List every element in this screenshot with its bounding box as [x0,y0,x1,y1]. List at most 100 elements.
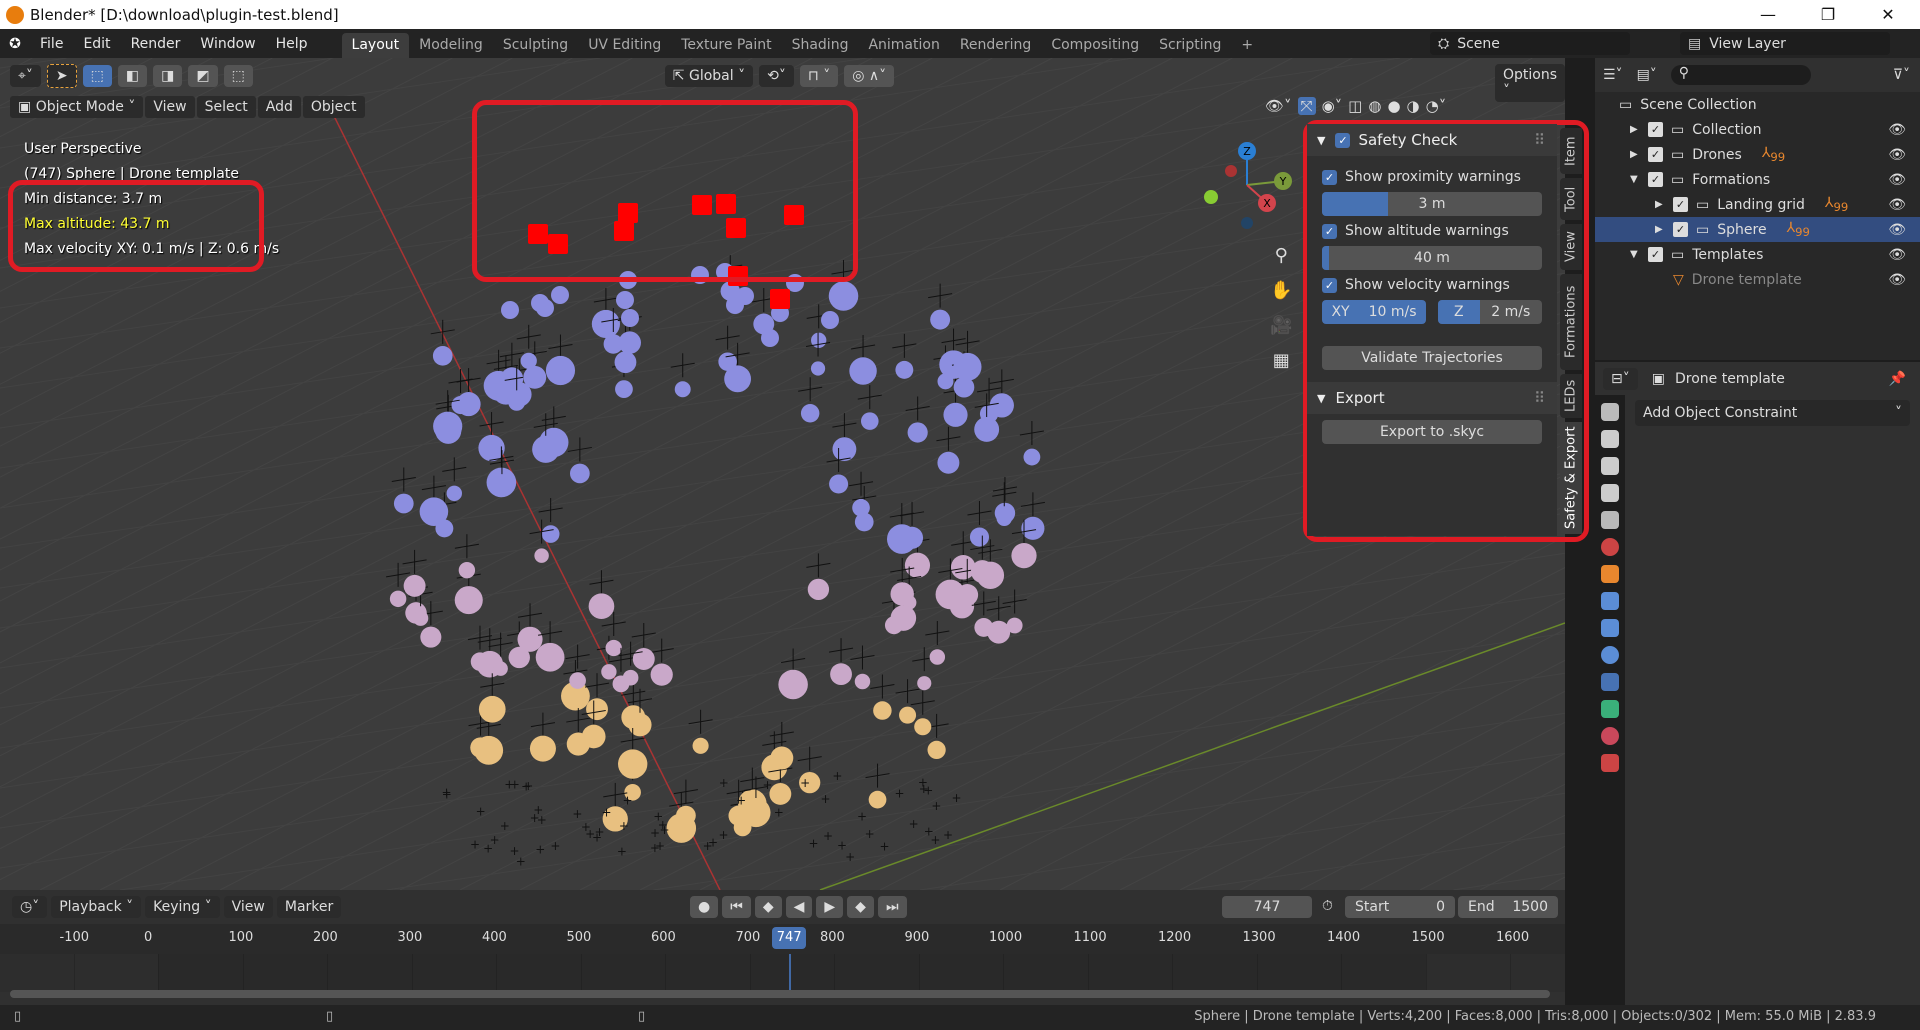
z-velocity-field[interactable]: Z 2 m/s [1438,300,1542,324]
drone-sphere[interactable] [800,403,820,423]
wireframe-shading-icon[interactable]: ◍ [1368,97,1381,115]
exclude-checkbox[interactable]: ✓ [1648,247,1663,262]
drone-sphere[interactable] [899,706,917,724]
drone-sphere[interactable] [478,695,506,723]
proximity-checkbox[interactable]: ✓ [1322,169,1337,185]
pin-icon[interactable]: 📌 [1889,371,1906,387]
select-mode-intersect-icon[interactable]: ⬚ [223,65,253,87]
jump-end-icon[interactable]: ⏭ [877,896,907,918]
menu-window[interactable]: Window [190,36,265,52]
material-tab-icon[interactable] [1601,727,1619,745]
timeline-track[interactable] [0,954,1565,992]
mode-dropdown[interactable]: ▣ Object Mode ˅ [10,96,144,118]
tab-item[interactable]: Item [1560,128,1582,174]
drone-sphere[interactable] [1023,448,1041,466]
output-tab-icon[interactable] [1601,457,1619,475]
drone-sphere[interactable] [890,582,914,606]
drone-sphere[interactable] [545,355,576,386]
drone-sphere[interactable] [828,281,859,311]
menu-keying[interactable]: Keying ˅ [145,896,220,918]
drone-sphere[interactable] [1011,543,1037,569]
visibility-icon[interactable]: 👁˅ [1265,97,1292,115]
ortho-grid-icon[interactable]: ▦ [1273,350,1290,371]
drone-sphere[interactable] [821,311,839,329]
xray-icon[interactable]: ◫ [1348,97,1362,115]
stopwatch-icon[interactable]: ⏱ [1322,898,1333,914]
menu-help[interactable]: Help [266,36,318,52]
drone-sphere[interactable] [494,478,510,494]
drone-sphere[interactable] [832,437,857,462]
menu-render[interactable]: Render [121,36,191,52]
physics-tab-icon[interactable] [1601,646,1619,664]
drone-sphere[interactable] [403,574,426,597]
drone-sphere[interactable] [895,360,914,379]
close-button[interactable]: ✕ [1860,0,1916,29]
altitude-limit-slider[interactable]: 40 m [1322,246,1542,270]
menu-edit[interactable]: Edit [73,36,120,52]
scene-collection-row[interactable]: ▭ Scene Collection [1595,92,1920,117]
play-icon[interactable]: ▶ [816,896,844,918]
snap-toggle[interactable]: ⊓ ˅ [799,65,839,87]
drone-sphere[interactable] [907,422,928,443]
drone-sphere[interactable] [917,676,932,691]
menu-add[interactable]: Add [257,96,301,118]
outliner-search-input[interactable]: ⚲ [1670,65,1811,85]
altitude-checkbox[interactable]: ✓ [1322,223,1337,239]
tab-modeling[interactable]: Modeling [409,33,493,58]
drone-sphere[interactable] [770,746,794,770]
drone-sphere[interactable] [956,583,979,606]
outliner-row[interactable]: ▽ Drone template 👁 [1595,267,1920,292]
current-frame-field[interactable]: 747 [1222,896,1312,918]
safety-check-enable-checkbox[interactable]: ✓ [1335,132,1351,148]
display-mode-icon[interactable]: ▤˅ [1637,67,1657,83]
outliner-row[interactable]: ▶ ✓ ▭ Sphere ⅄99 👁 [1595,217,1920,242]
drag-handle-icon[interactable]: ⠿ [1534,131,1545,149]
drone-sphere[interactable] [830,663,852,686]
drone-sphere[interactable] [860,412,879,430]
collapsed-arrow-icon[interactable]: ▶ [1630,149,1648,160]
texture-tab-icon[interactable] [1601,754,1619,772]
orientation-dropdown[interactable]: ⇱ Global ˅ [664,65,754,87]
menu-view[interactable]: View [223,896,273,918]
drone-sphere[interactable] [807,578,830,601]
pan-hand-icon[interactable]: ✋ [1270,280,1292,301]
view-layer-selector[interactable]: ▤ View Layer [1680,32,1890,55]
safety-check-header[interactable]: ▼ ✓ Safety Check ⠿ [1307,124,1557,156]
outliner-row[interactable]: ▶ ✓ ▭ Collection 👁 [1595,117,1920,142]
drone-sphere[interactable] [937,451,960,474]
editor-type-icon[interactable]: ⊟˅ [1603,368,1638,390]
tab-formations[interactable]: Formations [1560,274,1582,370]
drone-sphere[interactable] [478,434,505,462]
visibility-eye-icon[interactable]: 👁 [1888,122,1906,138]
solid-shading-icon[interactable]: ● [1387,97,1400,115]
gizmo-neg-y[interactable] [1204,190,1218,204]
drone-sphere[interactable] [433,411,463,441]
select-mode-subtract-icon[interactable]: ◨ [153,65,183,87]
visibility-eye-icon[interactable]: 👁 [1888,197,1906,213]
drone-sphere[interactable] [535,642,565,672]
object-tab-icon[interactable] [1601,565,1619,583]
proximity-distance-slider[interactable]: 3 m [1322,192,1542,216]
next-keyframe-icon[interactable]: ◆ [847,896,874,918]
exclude-checkbox[interactable]: ✓ [1673,197,1688,212]
drone-sphere[interactable] [761,329,779,347]
drone-sphere[interactable] [517,626,543,652]
editor-type-icon[interactable]: ◷˅ [12,896,48,918]
drone-sphere[interactable] [692,737,709,754]
jump-start-icon[interactable]: ⏮ [722,896,751,918]
drone-sphere[interactable] [451,396,470,415]
view-layer-tab-icon[interactable] [1601,484,1619,502]
tab-sculpting[interactable]: Sculpting [493,33,578,58]
options-dropdown[interactable]: Options ˅ [1495,64,1566,102]
drone-sphere[interactable] [605,639,622,657]
drone-sphere[interactable] [886,524,917,554]
drone-sphere[interactable] [632,648,655,670]
drone-sphere[interactable] [676,805,696,826]
filter-icon[interactable]: ⊽˅ [1893,67,1910,83]
menu-select[interactable]: Select [196,96,256,118]
visibility-eye-icon[interactable]: 👁 [1888,172,1906,188]
drone-sphere[interactable] [446,485,462,502]
outliner-row[interactable]: ▶ ✓ ▭ Landing grid ⅄99 👁 [1595,192,1920,217]
drone-sphere[interactable] [728,805,749,826]
play-reverse-icon[interactable]: ◀ [785,896,813,918]
